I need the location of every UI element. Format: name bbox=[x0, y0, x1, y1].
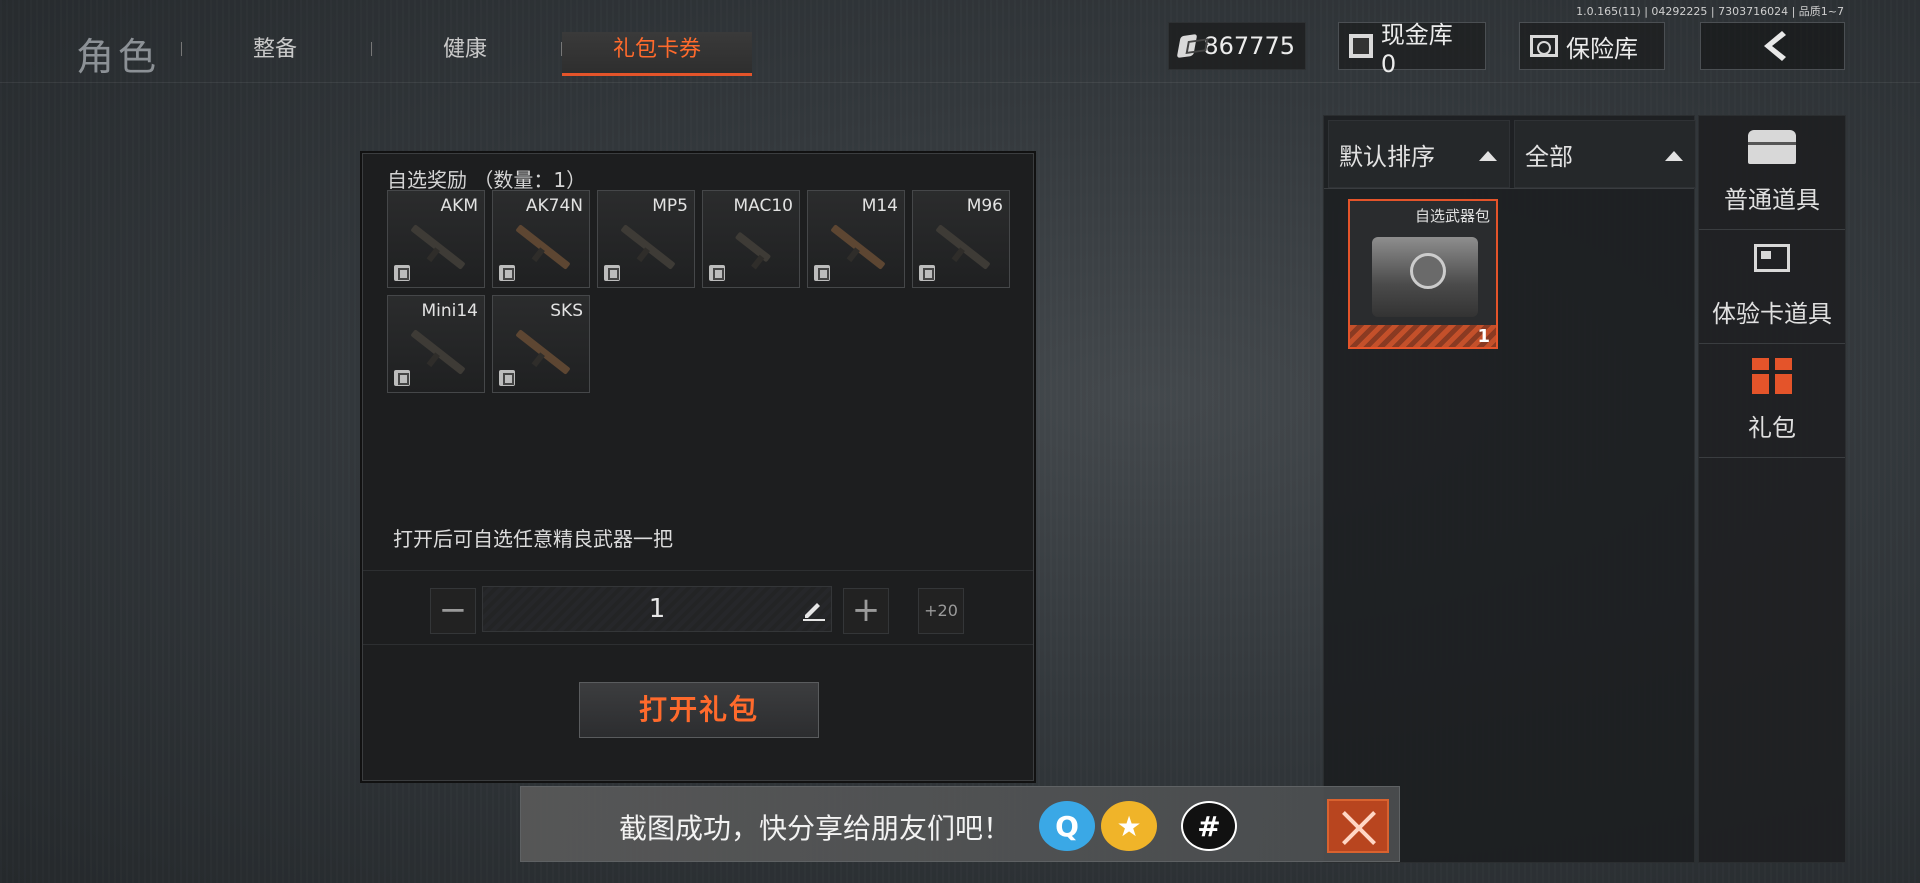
box-icon bbox=[394, 265, 410, 281]
rifle-icon bbox=[515, 224, 571, 270]
category-trial-cards[interactable]: 体验卡道具 bbox=[1699, 230, 1845, 344]
category-sidebar: 普通道具 体验卡道具 礼包 bbox=[1698, 115, 1846, 863]
tab-gift-cards[interactable]: 礼包卡券 bbox=[562, 32, 752, 76]
box-icon bbox=[814, 265, 830, 281]
box-icon bbox=[499, 265, 515, 281]
rifle-icon bbox=[830, 224, 886, 270]
weapon-item-mac10[interactable]: MAC10 bbox=[702, 190, 800, 288]
filter-label: 全部 bbox=[1525, 142, 1573, 171]
currency-display: 867775 bbox=[1168, 22, 1306, 70]
category-label: 体验卡道具 bbox=[1712, 300, 1832, 328]
sort-label: 默认排序 bbox=[1339, 142, 1435, 171]
smg-icon bbox=[734, 231, 772, 263]
weapon-name: M14 bbox=[861, 196, 898, 216]
weapon-name: MP5 bbox=[652, 196, 688, 216]
nav-separator bbox=[371, 42, 372, 56]
safe-button[interactable]: 保险库 bbox=[1519, 22, 1665, 70]
close-icon[interactable] bbox=[1327, 799, 1389, 853]
box-icon bbox=[394, 370, 410, 386]
box-icon bbox=[709, 265, 725, 281]
rifle-icon bbox=[410, 224, 466, 270]
quantity-value: 1 bbox=[648, 594, 666, 624]
tab-health[interactable]: 健康 bbox=[415, 32, 515, 76]
box-icon bbox=[604, 265, 620, 281]
open-gift-button[interactable]: 打开礼包 bbox=[579, 682, 819, 738]
rarity-stripe bbox=[1350, 325, 1496, 347]
rifle-icon bbox=[515, 329, 571, 375]
ticket-icon bbox=[1176, 33, 1198, 59]
weapon-item-mp5[interactable]: MP5 bbox=[597, 190, 695, 288]
increase-button[interactable]: + bbox=[843, 588, 889, 634]
divider bbox=[1324, 188, 1694, 189]
currency-value: 867775 bbox=[1203, 32, 1295, 60]
safe-icon bbox=[1530, 35, 1558, 57]
chest-icon bbox=[1748, 130, 1796, 164]
category-normal-items[interactable]: 普通道具 bbox=[1699, 116, 1845, 230]
version-text: 1.0.165(11) | 04292225 | 7303716024 | 品质… bbox=[1576, 5, 1844, 18]
rifle-icon bbox=[410, 329, 466, 375]
back-button[interactable] bbox=[1700, 22, 1845, 70]
card-count: 1 bbox=[1477, 326, 1490, 347]
caret-up-icon bbox=[1479, 151, 1497, 161]
category-label: 礼包 bbox=[1748, 414, 1796, 442]
box-icon bbox=[499, 370, 515, 386]
cash-vault-button[interactable]: 现金库 0 bbox=[1338, 21, 1486, 78]
qq-icon[interactable]: Q bbox=[1039, 801, 1095, 851]
weapon-name: M96 bbox=[966, 196, 1003, 216]
toast-message: 截图成功，快分享给朋友们吧！ bbox=[619, 812, 1012, 845]
add-20-button[interactable]: +20 bbox=[918, 588, 964, 634]
weapon-item-sks[interactable]: SKS bbox=[492, 295, 590, 393]
sort-dropdown[interactable]: 默认排序 bbox=[1328, 120, 1510, 188]
quantity-input[interactable]: 1 bbox=[482, 586, 832, 632]
tab-equipment[interactable]: 整备 bbox=[225, 32, 325, 76]
nav-separator bbox=[181, 42, 182, 56]
weapon-name: AK74N bbox=[525, 196, 583, 216]
qzone-icon[interactable]: ★ bbox=[1101, 801, 1157, 851]
safe-label: 保险库 bbox=[1566, 34, 1638, 63]
weapon-item-mini14[interactable]: Mini14 bbox=[387, 295, 485, 393]
weapon-item-ak74n[interactable]: AK74N bbox=[492, 190, 590, 288]
weapon-crate-icon bbox=[1372, 237, 1478, 317]
card-icon bbox=[1754, 244, 1790, 272]
screenshot-toast: 截图成功，快分享给朋友们吧！ Q ★ # bbox=[520, 786, 1400, 862]
weapon-name: Mini14 bbox=[421, 301, 478, 321]
weapon-name: MAC10 bbox=[733, 196, 794, 216]
card-label: 自选武器包 bbox=[1414, 207, 1490, 225]
weapon-name: SKS bbox=[550, 301, 583, 321]
filter-dropdown[interactable]: 全部 bbox=[1514, 120, 1696, 188]
sniper-icon bbox=[935, 224, 991, 270]
decrease-button[interactable]: − bbox=[430, 588, 476, 634]
weapon-item-m14[interactable]: M14 bbox=[807, 190, 905, 288]
box-icon bbox=[919, 265, 935, 281]
panel-title: 自选奖励 （数量：1） bbox=[387, 168, 587, 192]
reward-panel: 自选奖励 （数量：1） AKM AK74N MP5 MAC10 M14 M96 … bbox=[362, 153, 1034, 781]
divider bbox=[363, 644, 1033, 645]
category-gifts[interactable]: 礼包 bbox=[1699, 344, 1845, 458]
divider bbox=[363, 570, 1033, 571]
page-title: 角色 bbox=[76, 35, 161, 79]
weapon-item-m96[interactable]: M96 bbox=[912, 190, 1010, 288]
weapon-name: AKM bbox=[440, 196, 478, 216]
cash-vault-label: 现金库 0 bbox=[1380, 20, 1453, 78]
header-divider bbox=[0, 82, 1920, 83]
category-label: 普通道具 bbox=[1724, 186, 1820, 214]
caret-up-icon bbox=[1665, 151, 1683, 161]
weapon-item-akm[interactable]: AKM bbox=[387, 190, 485, 288]
cash-vault-icon bbox=[1349, 34, 1373, 58]
reward-description: 打开后可自选任意精良武器一把 bbox=[393, 527, 673, 551]
tiktok-icon[interactable]: # bbox=[1181, 801, 1237, 851]
pencil-icon bbox=[803, 603, 825, 621]
gift-icon bbox=[1752, 358, 1792, 394]
chevron-left-icon bbox=[1763, 31, 1786, 61]
inventory-card-weapon-pack[interactable]: 自选武器包 1 bbox=[1348, 199, 1498, 349]
inventory-panel: 默认排序 全部 自选武器包 1 bbox=[1323, 115, 1696, 863]
smg-icon bbox=[620, 224, 676, 270]
